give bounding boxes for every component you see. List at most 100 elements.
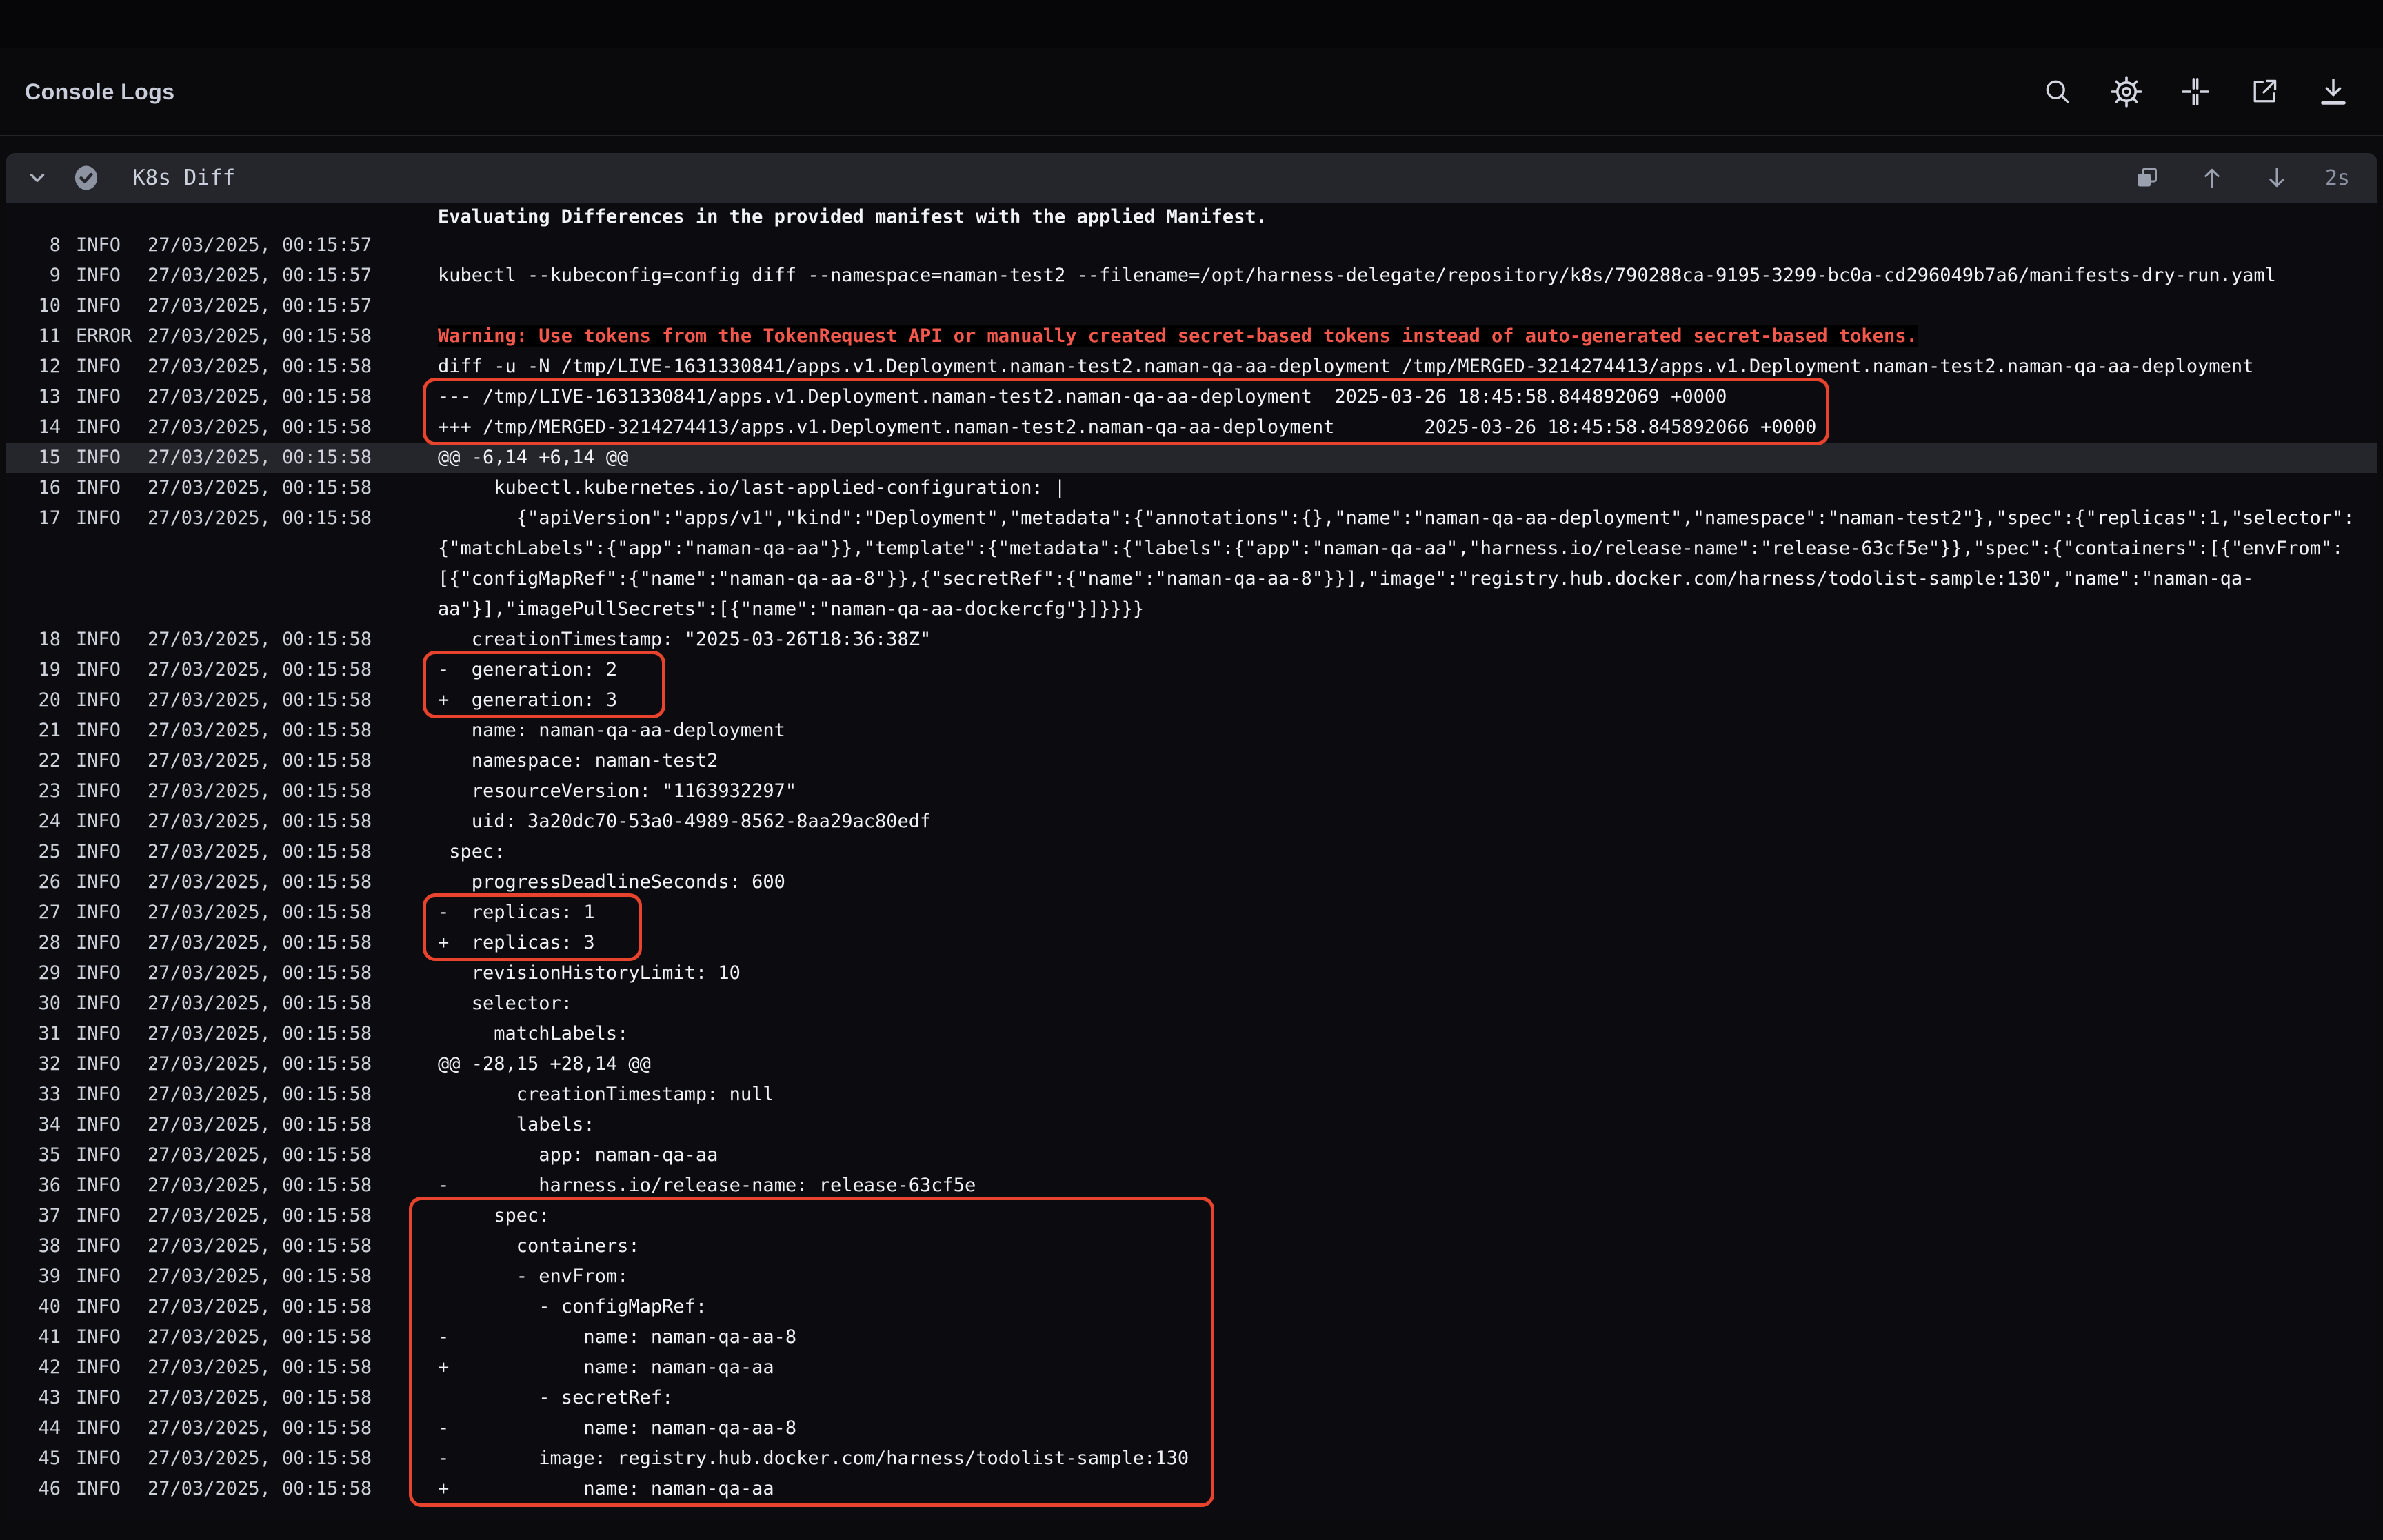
log-row: 20INFO27/03/2025, 00:15:58+ generation: … — [6, 685, 2377, 716]
log-message: +++ /tmp/MERGED-3214274413/apps.v1.Deplo… — [438, 412, 2377, 443]
log-level: INFO — [76, 1352, 148, 1383]
log-level: INFO — [76, 716, 148, 746]
log-message — [438, 291, 2377, 321]
log-line-number: 41 — [6, 1322, 61, 1352]
log-row: 36INFO27/03/2025, 00:15:58- harness.io/r… — [6, 1171, 2377, 1201]
log-message: [{"configMapRef":{"name":"naman-qa-aa-8"… — [438, 564, 2377, 594]
settings-gear-icon[interactable] — [2110, 75, 2143, 108]
log-row: 43INFO27/03/2025, 00:15:58 - secretRef: — [6, 1383, 2377, 1413]
log-level: INFO — [76, 1413, 148, 1443]
log-line-number: 31 — [6, 1019, 61, 1049]
log-row: 31INFO27/03/2025, 00:15:58 matchLabels: — [6, 1019, 2377, 1049]
log-timestamp: 27/03/2025, 00:15:58 — [148, 989, 438, 1019]
log-message: matchLabels: — [438, 1019, 2377, 1049]
log-timestamp: 27/03/2025, 00:15:58 — [148, 655, 438, 685]
log-line-number: 21 — [6, 716, 61, 746]
search-icon[interactable] — [2041, 75, 2074, 108]
log-line-number: 17 — [6, 503, 61, 534]
log-message: selector: — [438, 989, 2377, 1019]
log-level: INFO — [76, 291, 148, 321]
console-header: Console Logs — [0, 48, 2383, 136]
log-row: 13INFO27/03/2025, 00:15:58--- /tmp/LIVE-… — [6, 382, 2377, 412]
log-level: INFO — [76, 261, 148, 291]
log-timestamp: 27/03/2025, 00:15:58 — [148, 352, 438, 382]
log-row: 8INFO27/03/2025, 00:15:57 — [6, 230, 2377, 261]
log-line-number: 34 — [6, 1110, 61, 1140]
log-level: INFO — [76, 837, 148, 867]
log-timestamp: 27/03/2025, 00:15:58 — [148, 1474, 438, 1504]
log-row: 33INFO27/03/2025, 00:15:58 creationTimes… — [6, 1080, 2377, 1110]
step-panel: K8s Diff 2s Evaluating Differences in th… — [6, 153, 2377, 1521]
log-line-number: 13 — [6, 382, 61, 412]
log-row: 41INFO27/03/2025, 00:15:58- name: naman-… — [6, 1322, 2377, 1352]
log-level: INFO — [76, 412, 148, 443]
log-timestamp: 27/03/2025, 00:15:58 — [148, 867, 438, 898]
log-line-number: 32 — [6, 1049, 61, 1080]
log-message: - secretRef: — [438, 1383, 2377, 1413]
log-row: 44INFO27/03/2025, 00:15:58- name: naman-… — [6, 1413, 2377, 1443]
log-timestamp: 27/03/2025, 00:15:58 — [148, 928, 438, 958]
log-message: - envFrom: — [438, 1262, 2377, 1292]
log-row: {"matchLabels":{"app":"naman-qa-aa"}},"t… — [6, 534, 2377, 564]
log-timestamp: 27/03/2025, 00:15:58 — [148, 1292, 438, 1322]
log-level: INFO — [76, 685, 148, 716]
log-row: 46INFO27/03/2025, 00:15:58+ name: naman-… — [6, 1474, 2377, 1504]
log-row: 25INFO27/03/2025, 00:15:58 spec: — [6, 837, 2377, 867]
log-line-number: 36 — [6, 1171, 61, 1201]
log-row: 35INFO27/03/2025, 00:15:58 app: naman-qa… — [6, 1140, 2377, 1171]
log-line-number: 10 — [6, 291, 61, 321]
log-timestamp: 27/03/2025, 00:15:58 — [148, 1443, 438, 1474]
log-level: INFO — [76, 807, 148, 837]
log-level: INFO — [76, 1080, 148, 1110]
log-level — [76, 594, 148, 625]
copy-icon[interactable] — [2131, 161, 2164, 194]
collapse-panel-icon[interactable] — [2179, 75, 2212, 108]
log-message: creationTimestamp: "2025-03-26T18:36:38Z… — [438, 625, 2377, 655]
log-timestamp: 27/03/2025, 00:15:58 — [148, 1019, 438, 1049]
open-in-new-icon[interactable] — [2248, 75, 2281, 108]
log-line-number: 22 — [6, 746, 61, 776]
log-row: 19INFO27/03/2025, 00:15:58- generation: … — [6, 655, 2377, 685]
log-line-number: 20 — [6, 685, 61, 716]
log-line-number: 43 — [6, 1383, 61, 1413]
log-line-number: 26 — [6, 867, 61, 898]
log-level: INFO — [76, 473, 148, 503]
log-line-number: 18 — [6, 625, 61, 655]
log-line-number: 30 — [6, 989, 61, 1019]
log-line-number — [6, 534, 61, 564]
log-row: 22INFO27/03/2025, 00:15:58 namespace: na… — [6, 746, 2377, 776]
scroll-up-icon[interactable] — [2195, 161, 2229, 194]
log-line-number: 39 — [6, 1262, 61, 1292]
log-row: 21INFO27/03/2025, 00:15:58 name: naman-q… — [6, 716, 2377, 746]
log-row: 24INFO27/03/2025, 00:15:58 uid: 3a20dc70… — [6, 807, 2377, 837]
log-message: aa"}],"imagePullSecrets":[{"name":"naman… — [438, 594, 2377, 625]
log-timestamp: 27/03/2025, 00:15:58 — [148, 1080, 438, 1110]
log-message: app: naman-qa-aa — [438, 1140, 2377, 1171]
log-level: INFO — [76, 898, 148, 928]
download-icon[interactable] — [2317, 75, 2350, 108]
log-level: INFO — [76, 989, 148, 1019]
log-message: Evaluating Differences in the provided m… — [438, 207, 2377, 230]
log-output[interactable]: Evaluating Differences in the provided m… — [6, 203, 2377, 1521]
step-title: K8s Diff — [132, 165, 235, 190]
log-message: name: naman-qa-aa-deployment — [438, 716, 2377, 746]
step-header[interactable]: K8s Diff 2s — [6, 153, 2377, 203]
log-line-number: 46 — [6, 1474, 61, 1504]
log-level: INFO — [76, 1262, 148, 1292]
log-timestamp: 27/03/2025, 00:15:58 — [148, 1231, 438, 1262]
log-line-number: 37 — [6, 1201, 61, 1231]
log-level: INFO — [76, 1443, 148, 1474]
chevron-down-icon[interactable] — [23, 164, 51, 192]
log-message: containers: — [438, 1231, 2377, 1262]
log-level: INFO — [76, 625, 148, 655]
log-message: - generation: 2 — [438, 655, 2377, 685]
log-timestamp: 27/03/2025, 00:15:58 — [148, 503, 438, 534]
log-message: - image: registry.hub.docker.com/harness… — [438, 1443, 2377, 1474]
log-message — [438, 230, 2377, 261]
log-row: 16INFO27/03/2025, 00:15:58 kubectl.kuber… — [6, 473, 2377, 503]
log-level: INFO — [76, 1231, 148, 1262]
log-message: kubectl --kubeconfig=config diff --names… — [438, 261, 2377, 291]
log-message: creationTimestamp: null — [438, 1080, 2377, 1110]
scroll-down-icon[interactable] — [2260, 161, 2293, 194]
log-line-number: 42 — [6, 1352, 61, 1383]
